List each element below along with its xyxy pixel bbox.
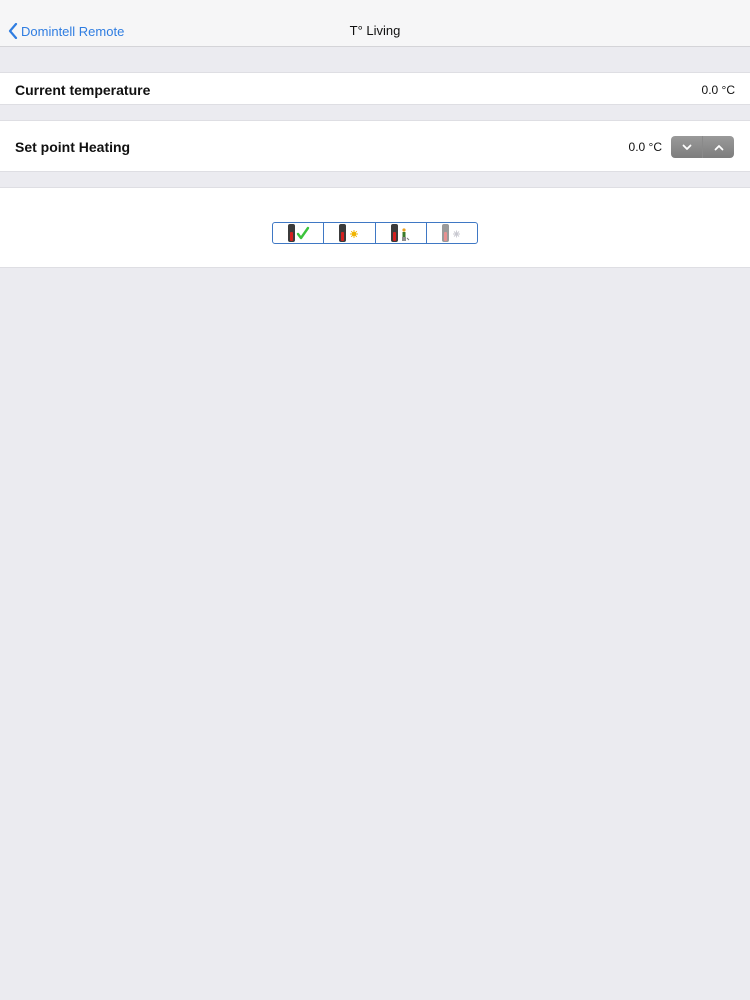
mode-selector [272, 222, 478, 244]
thermostat-person-icon [390, 224, 409, 242]
set-point-heating-label: Set point Heating [15, 139, 131, 155]
mode-row [0, 187, 750, 268]
set-point-heating-row: Set point Heating 0.0 °C [0, 120, 750, 172]
chevron-down-icon [682, 144, 691, 150]
set-point-heating-value: 0.0 °C [628, 140, 662, 154]
set-point-stepper [671, 136, 734, 158]
current-temperature-value: 0.0 °C [701, 83, 735, 97]
increase-button[interactable] [702, 136, 734, 158]
decrease-button[interactable] [671, 136, 702, 158]
thermostat-snowflake-icon [441, 224, 460, 242]
thermostat-sun-icon [339, 224, 359, 242]
mode-auto[interactable] [273, 223, 323, 243]
current-temperature-label: Current temperature [15, 82, 151, 98]
current-temperature-row: Current temperature 0.0 °C [0, 72, 750, 105]
mode-presence[interactable] [374, 223, 426, 243]
navigation-bar: Domintell Remote T° Living [0, 0, 750, 47]
page-title: T° Living [349, 23, 401, 38]
mode-frost[interactable] [425, 223, 477, 243]
chevron-up-icon [714, 144, 723, 150]
thermostat-check-icon [288, 224, 310, 242]
mode-comfort[interactable] [323, 223, 374, 243]
